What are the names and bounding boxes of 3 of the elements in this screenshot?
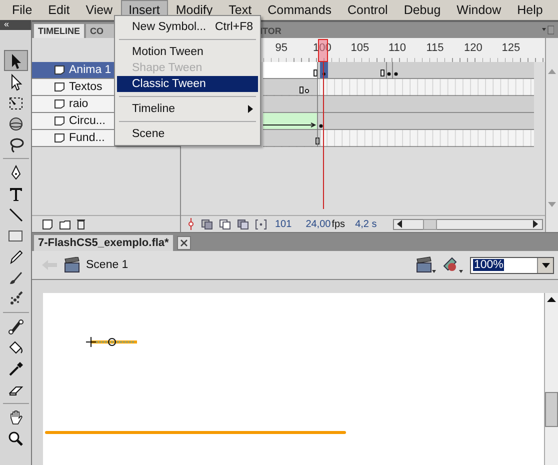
fps-label: fps (332, 218, 346, 230)
elapsed-time: 4,2 s (355, 218, 377, 230)
scene-label: Scene 1 (86, 259, 128, 271)
